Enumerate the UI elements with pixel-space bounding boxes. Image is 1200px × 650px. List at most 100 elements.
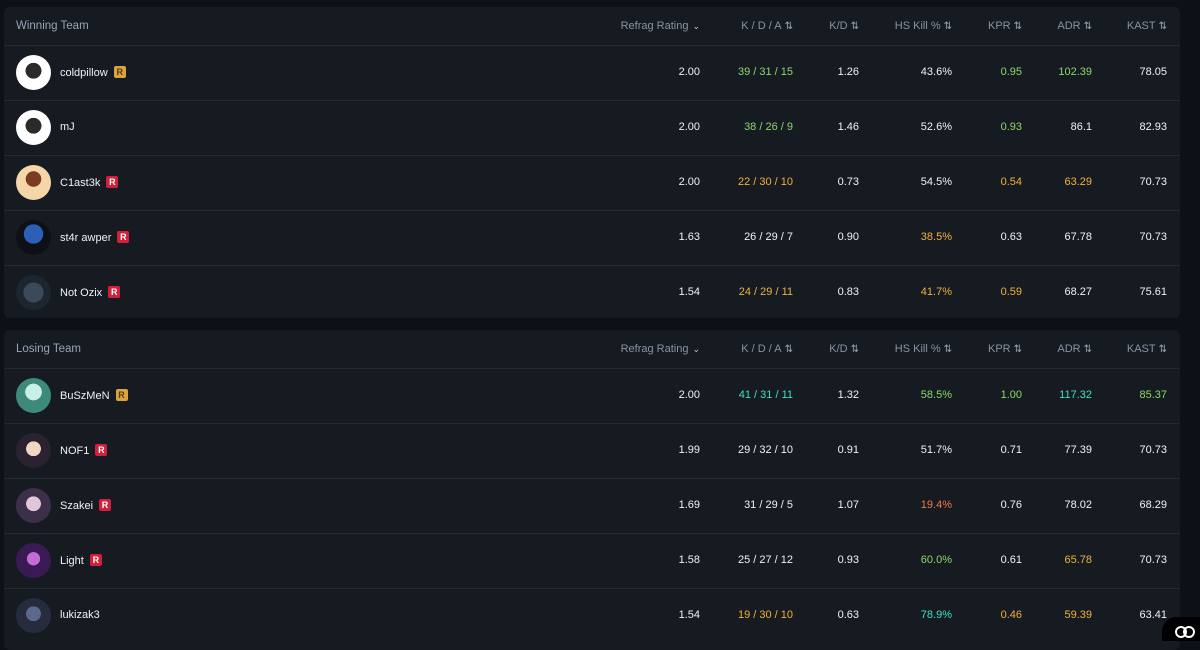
avatar[interactable] bbox=[16, 488, 51, 523]
player-name[interactable]: NOF1 bbox=[60, 444, 108, 457]
player-name[interactable]: st4r awper bbox=[60, 231, 130, 244]
sort-arrows-icon: ⇅ bbox=[1013, 344, 1022, 355]
player-name[interactable]: coldpillow bbox=[60, 66, 126, 79]
stat-kpr: 0.59 bbox=[1000, 286, 1022, 298]
player-row[interactable]: lukizak3 1.54 19 / 30 / 10 0.63 78.9% 0.46 59.… bbox=[4, 589, 1180, 643]
player-name[interactable]: C1ast3k bbox=[60, 176, 119, 189]
column-header-kpr[interactable]: KPR ⇅ bbox=[988, 20, 1022, 32]
corner-logo-icon[interactable] bbox=[1162, 617, 1200, 641]
player-row[interactable]: NOF1 1.99 29 / 32 / 10 0.91 51.7% 0.71 77.39 70… bbox=[4, 424, 1180, 479]
stat-kast: 70.73 bbox=[1139, 231, 1167, 243]
player-row[interactable]: Light 1.58 25 / 27 / 12 0.93 60.0% 0.61 65.78 7… bbox=[4, 534, 1180, 589]
winning-team-panel: Winning Team Refrag Rating ⌄ K / D / A ⇅ K/D ⇅… bbox=[4, 7, 1180, 318]
column-header-kd[interactable]: K/D ⇅ bbox=[829, 20, 859, 32]
stat-hs: 51.7% bbox=[920, 444, 952, 456]
sort-arrows-icon: ⇅ bbox=[784, 344, 793, 355]
player-row[interactable]: mJ 2.00 38 / 26 / 9 1.46 52.6% 0.93 86.1 82.93 bbox=[4, 101, 1180, 156]
stat-kpr: 0.46 bbox=[1000, 609, 1022, 621]
player-row[interactable]: BuSzMeN 2.00 41 / 31 / 11 1.32 58.5% 1.00 117.… bbox=[4, 369, 1180, 424]
player-row[interactable]: coldpillow 2.00 39 / 31 / 15 1.26 43.6% 0.95 1… bbox=[4, 46, 1180, 101]
column-header-hs[interactable]: HS Kill % ⇅ bbox=[895, 20, 952, 32]
stat-kda: 19 / 30 / 10 bbox=[737, 609, 793, 621]
stat-rating: 1.99 bbox=[678, 444, 700, 456]
column-header-rating[interactable]: Refrag Rating ⌄ bbox=[621, 343, 700, 355]
column-label: KAST bbox=[1126, 343, 1156, 355]
stat-hs: 41.7% bbox=[920, 286, 952, 298]
stat-kast: 75.61 bbox=[1139, 286, 1167, 298]
column-label: ADR bbox=[1057, 20, 1081, 32]
stat-hs: 54.5% bbox=[920, 176, 952, 188]
stat-hs: 19.4% bbox=[920, 499, 952, 511]
column-label: KPR bbox=[987, 343, 1011, 355]
stat-rating: 1.54 bbox=[678, 286, 700, 298]
column-header-kda[interactable]: K / D / A ⇅ bbox=[741, 20, 793, 32]
column-header-rating[interactable]: Refrag Rating ⌄ bbox=[621, 20, 700, 32]
column-header-kpr[interactable]: KPR ⇅ bbox=[988, 343, 1022, 355]
column-header-kd[interactable]: K/D ⇅ bbox=[829, 343, 859, 355]
team-title: Losing Team bbox=[16, 343, 81, 355]
sort-arrows-icon: ⇅ bbox=[943, 344, 952, 355]
player-name[interactable]: Szakei bbox=[60, 499, 112, 512]
stat-kd: 0.63 bbox=[837, 609, 859, 621]
avatar[interactable] bbox=[16, 433, 51, 468]
stat-hs: 38.5% bbox=[920, 231, 952, 243]
player-row[interactable]: Szakei 1.69 31 / 29 / 5 1.07 19.4% 0.76 78.02 6… bbox=[4, 479, 1180, 534]
column-header-kast[interactable]: KAST ⇅ bbox=[1127, 343, 1167, 355]
stat-kd: 0.90 bbox=[837, 231, 859, 243]
stat-kd: 0.73 bbox=[837, 176, 859, 188]
stat-hs: 43.6% bbox=[920, 66, 952, 78]
column-label: ADR bbox=[1057, 343, 1081, 355]
avatar[interactable] bbox=[16, 378, 51, 413]
stat-hs: 58.5% bbox=[920, 389, 952, 401]
stat-kast: 82.93 bbox=[1139, 121, 1167, 133]
stat-rating: 2.00 bbox=[678, 389, 700, 401]
avatar[interactable] bbox=[16, 275, 51, 310]
column-header-kda[interactable]: K / D / A ⇅ bbox=[741, 343, 793, 355]
refrag-badge-icon bbox=[106, 176, 119, 188]
player-name[interactable]: BuSzMeN bbox=[60, 389, 128, 402]
losing-team-panel: Losing Team Refrag Rating ⌄ K / D / A ⇅ K/D ⇅ H… bbox=[4, 330, 1180, 650]
table-header: Winning Team Refrag Rating ⌄ K / D / A ⇅ K/D ⇅… bbox=[4, 7, 1180, 46]
stat-adr: 67.78 bbox=[1064, 231, 1092, 243]
stat-kpr: 0.63 bbox=[1000, 231, 1022, 243]
player-row[interactable]: st4r awper 1.63 26 / 29 / 7 0.90 38.5% 0.63 67… bbox=[4, 211, 1180, 266]
column-header-hs[interactable]: HS Kill % ⇅ bbox=[895, 343, 952, 355]
stat-kda: 39 / 31 / 15 bbox=[737, 66, 793, 78]
stat-kd: 0.91 bbox=[837, 444, 859, 456]
column-header-adr[interactable]: ADR ⇅ bbox=[1057, 20, 1092, 32]
avatar[interactable] bbox=[16, 598, 51, 633]
avatar[interactable] bbox=[16, 543, 51, 578]
stat-kpr: 0.54 bbox=[1000, 176, 1022, 188]
avatar[interactable] bbox=[16, 220, 51, 255]
refrag-badge-icon bbox=[89, 554, 102, 566]
player-name-label: C1ast3k bbox=[60, 177, 101, 189]
stat-kda: 25 / 27 / 12 bbox=[737, 554, 793, 566]
player-name-label: NOF1 bbox=[60, 445, 90, 457]
refrag-badge-icon bbox=[95, 444, 108, 456]
stat-kda: 29 / 32 / 10 bbox=[737, 444, 793, 456]
player-row[interactable]: Not Ozix 1.54 24 / 29 / 11 0.83 41.7% 0.59 68.… bbox=[4, 266, 1180, 318]
player-name[interactable]: Light bbox=[60, 554, 102, 567]
avatar[interactable] bbox=[16, 55, 51, 90]
avatar[interactable] bbox=[16, 110, 51, 145]
stat-kd: 0.93 bbox=[837, 554, 859, 566]
player-name-label: lukizak3 bbox=[60, 609, 100, 621]
avatar[interactable] bbox=[16, 165, 51, 200]
stat-rating: 2.00 bbox=[678, 66, 700, 78]
sort-arrows-icon: ⇅ bbox=[850, 344, 859, 355]
player-name-label: Szakei bbox=[60, 500, 94, 512]
player-name[interactable]: lukizak3 bbox=[60, 609, 100, 621]
stat-kpr: 0.93 bbox=[1000, 121, 1022, 133]
stat-kast: 68.29 bbox=[1139, 499, 1167, 511]
stat-kpr: 1.00 bbox=[1000, 389, 1022, 401]
stat-kd: 1.46 bbox=[837, 121, 859, 133]
player-row[interactable]: C1ast3k 2.00 22 / 30 / 10 0.73 54.5% 0.54 63.2… bbox=[4, 156, 1180, 211]
player-name[interactable]: mJ bbox=[60, 121, 75, 133]
column-label: KPR bbox=[987, 20, 1011, 32]
sort-arrows-icon: ⇅ bbox=[784, 21, 793, 32]
column-header-adr[interactable]: ADR ⇅ bbox=[1057, 343, 1092, 355]
player-name[interactable]: Not Ozix bbox=[60, 286, 121, 299]
stat-kast: 85.37 bbox=[1139, 389, 1167, 401]
column-header-kast[interactable]: KAST ⇅ bbox=[1127, 20, 1167, 32]
stat-kda: 26 / 29 / 7 bbox=[744, 231, 793, 243]
